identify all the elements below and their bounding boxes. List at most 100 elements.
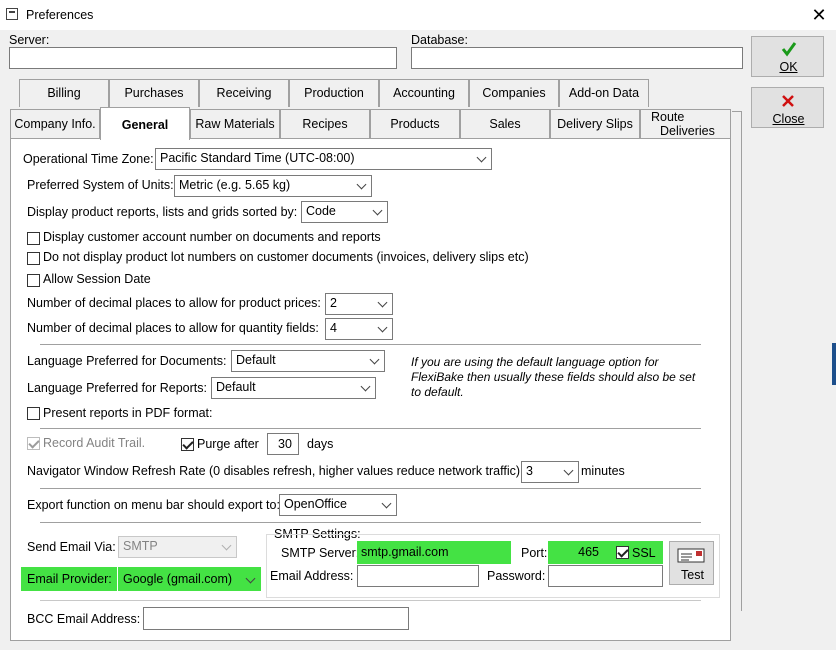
close-button[interactable]: Close <box>751 87 824 128</box>
tab-production[interactable]: Production <box>289 79 379 107</box>
password-input[interactable] <box>548 565 663 587</box>
tab-products[interactable]: Products <box>370 109 460 139</box>
refresh-unit: minutes <box>581 464 625 478</box>
tab-route-deliveries[interactable]: Route Deliveries <box>640 109 731 139</box>
chevron-down-icon <box>377 322 388 333</box>
price-decimals-value: 2 <box>330 296 337 310</box>
separator <box>40 600 701 601</box>
chevron-down-icon <box>221 540 232 551</box>
qty-decimals-label: Number of decimal places to allow for qu… <box>27 321 319 335</box>
smtp-server-input[interactable]: smtp.gmail.com <box>357 541 511 564</box>
tab-purchases[interactable]: Purchases <box>109 79 199 107</box>
smtp-server-label: SMTP Server: <box>281 546 360 560</box>
bcc-input[interactable] <box>143 607 409 630</box>
port-input[interactable]: 465 <box>548 541 604 564</box>
pdf-checkbox[interactable] <box>27 407 40 420</box>
chevron-down-icon <box>369 354 380 365</box>
refresh-value: 3 <box>526 464 533 478</box>
envelope-icon <box>677 548 705 563</box>
chevron-down-icon <box>381 498 392 509</box>
qty-decimals-select[interactable]: 4 <box>325 318 393 340</box>
lang-reports-label: Language Preferred for Reports: <box>27 381 207 395</box>
units-select[interactable]: Metric (e.g. 5.65 kg) <box>174 175 372 197</box>
pdf-label: Present reports in PDF format: <box>43 406 213 420</box>
lang-docs-select[interactable]: Default <box>231 350 385 372</box>
password-label: Password: <box>487 569 546 583</box>
account-number-checkbox[interactable] <box>27 232 40 245</box>
separator <box>40 428 701 429</box>
ssl-label: SSL <box>632 546 656 560</box>
email-provider-value: Google (gmail.com) <box>123 572 233 586</box>
server-input[interactable] <box>9 47 397 69</box>
export-value: OpenOffice <box>284 497 348 511</box>
chevron-down-icon <box>372 205 383 216</box>
lang-reports-value: Default <box>216 380 256 394</box>
lang-docs-label: Language Preferred for Documents: <box>27 354 227 368</box>
language-note: If you are using the default language op… <box>411 355 696 399</box>
window-close-icon[interactable]: ✕ <box>808 4 830 26</box>
audit-trail-label: Record Audit Trail. <box>43 436 146 450</box>
ok-button[interactable]: OK <box>751 36 824 77</box>
send-email-value: SMTP <box>123 539 158 553</box>
separator <box>40 488 701 489</box>
session-date-checkbox[interactable] <box>27 274 40 287</box>
sort-value: Code <box>306 204 336 218</box>
chevron-down-icon <box>476 152 487 163</box>
purge-days-unit: days <box>307 437 334 451</box>
export-label: Export function on menu bar should expor… <box>27 498 280 512</box>
bcc-label: BCC Email Address: <box>27 612 141 626</box>
red-x-icon <box>782 95 794 107</box>
separator <box>40 344 701 345</box>
refresh-label: Navigator Window Refresh Rate (0 disable… <box>27 464 521 478</box>
email-provider-select[interactable]: Google (gmail.com) <box>118 567 261 591</box>
tab-billing[interactable]: Billing <box>19 79 109 107</box>
email-provider-label: Email Provider: <box>27 572 112 586</box>
database-label: Database: <box>411 33 468 47</box>
chevron-down-icon <box>563 465 574 476</box>
purge-checkbox[interactable] <box>181 438 194 451</box>
tab-company-info[interactable]: Company Info. <box>10 109 100 139</box>
tab-general[interactable]: General <box>100 107 190 140</box>
refresh-select[interactable]: 3 <box>521 461 579 483</box>
separator <box>40 522 701 523</box>
chevron-down-icon <box>360 381 371 392</box>
database-input[interactable] <box>411 47 743 69</box>
timezone-value: Pacific Standard Time (UTC-08:00) <box>160 151 355 165</box>
ok-button-label: OK <box>779 60 798 74</box>
tab-delivery-slips[interactable]: Delivery Slips <box>550 109 640 139</box>
tab-add-on-data[interactable]: Add-on Data <box>559 79 649 107</box>
email-address-input[interactable] <box>357 565 479 587</box>
send-email-select[interactable]: SMTP <box>118 536 237 558</box>
purge-days-input[interactable]: 30 <box>267 433 299 455</box>
tab-companies[interactable]: Companies <box>469 79 559 107</box>
audit-trail-checkbox[interactable] <box>27 437 40 450</box>
sort-label: Display product reports, lists and grids… <box>27 205 298 219</box>
lot-numbers-checkbox[interactable] <box>27 252 40 265</box>
tab-sales[interactable]: Sales <box>460 109 550 139</box>
purge-label: Purge after <box>197 437 259 451</box>
window-title: Preferences <box>26 8 94 22</box>
tab-route-line1: Route <box>651 110 685 124</box>
lang-reports-select[interactable]: Default <box>211 377 376 399</box>
units-label: Preferred System of Units: <box>27 178 174 192</box>
timezone-select[interactable]: Pacific Standard Time (UTC-08:00) <box>155 148 492 170</box>
email-address-label: Email Address: <box>270 569 354 583</box>
chevron-down-icon <box>245 573 256 584</box>
tab-frame-edge <box>732 111 742 611</box>
price-decimals-label: Number of decimal places to allow for pr… <box>27 296 321 310</box>
tab-receiving[interactable]: Receiving <box>199 79 289 107</box>
price-decimals-select[interactable]: 2 <box>325 293 393 315</box>
checkmark-icon <box>781 42 797 57</box>
account-number-label: Display customer account number on docum… <box>43 230 381 244</box>
tab-recipes[interactable]: Recipes <box>280 109 370 139</box>
tab-raw-materials[interactable]: Raw Materials <box>190 109 280 139</box>
timezone-label: Operational Time Zone: <box>23 152 154 166</box>
sort-select[interactable]: Code <box>301 201 388 223</box>
lot-numbers-label: Do not display product lot numbers on cu… <box>43 250 529 264</box>
export-select[interactable]: OpenOffice <box>279 494 397 516</box>
test-button-label: Test <box>681 568 704 582</box>
ssl-checkbox[interactable] <box>616 546 629 559</box>
test-button[interactable]: Test <box>669 541 714 585</box>
tab-accounting[interactable]: Accounting <box>379 79 469 107</box>
units-value: Metric (e.g. 5.65 kg) <box>179 178 291 192</box>
